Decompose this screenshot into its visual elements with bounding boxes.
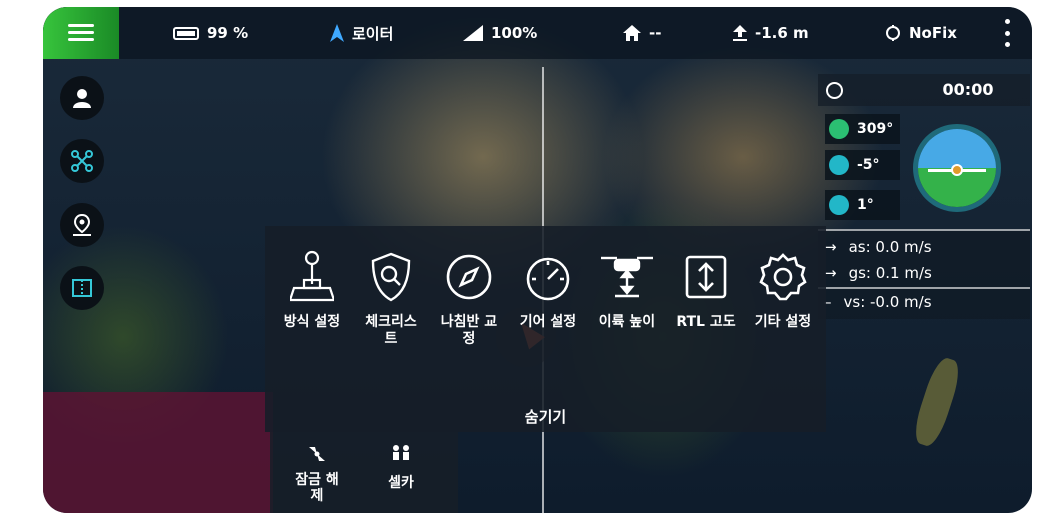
people-icon	[393, 445, 409, 460]
selfie-button[interactable]: 셀카	[366, 444, 436, 492]
unlock-label: 잠금 해 제	[295, 472, 339, 504]
clock-icon	[826, 82, 843, 99]
menu-item-other-settings[interactable]: 기타 설정	[744, 248, 822, 331]
vertical-arrows-icon	[667, 248, 745, 306]
pitch-value: -5°	[857, 157, 880, 173]
pitch-icon	[829, 155, 849, 175]
yaw-indicator: 309°	[825, 114, 900, 144]
menu-item-label: 기타 설정	[754, 314, 812, 330]
timer-value: 00:00	[942, 80, 994, 99]
hide-menu-button[interactable]: 숨기기	[265, 406, 826, 427]
menu-item-label: RTL 고도	[676, 314, 736, 330]
gear-icon	[744, 248, 822, 306]
vertical-speed-value: vs: -0.0 m/s	[843, 293, 932, 311]
menu-item-label: 기어 설정	[519, 314, 577, 330]
menu-item-label: 방식 설정	[283, 314, 341, 330]
map-location-button[interactable]	[60, 203, 104, 247]
roll-icon	[829, 195, 849, 215]
drone-icon	[71, 150, 93, 172]
drone-button[interactable]	[60, 139, 104, 183]
airspeed-row: → as: 0.0 m/s	[824, 238, 932, 256]
roll-value: 1°	[857, 197, 874, 213]
menu-item-label: 나침반 교 정	[440, 314, 498, 347]
compass-icon	[430, 248, 508, 306]
joystick-icon	[273, 248, 351, 306]
altitude-status: -1.6 m	[733, 7, 809, 59]
gps-status: NoFix	[885, 7, 957, 59]
home-distance: --	[623, 7, 661, 59]
menu-item-rtl-altitude[interactable]: RTL 고도	[667, 248, 745, 331]
menu-item-compass-calibration[interactable]: 나침반 교 정	[430, 248, 508, 348]
signal-status: 100%	[463, 7, 537, 59]
split-screen-icon	[72, 279, 92, 297]
gps-value: NoFix	[909, 24, 957, 42]
menu-item-checklist[interactable]: 체크리스 트	[352, 248, 430, 348]
drone-height-icon	[588, 248, 666, 306]
gauge-icon	[509, 248, 587, 306]
map-view[interactable]: 99 % 로이터 100% -- -1.6 m NoFix 00:00 309°…	[43, 7, 1032, 513]
hamburger-icon	[68, 24, 94, 42]
status-bar: 99 % 로이터 100% -- -1.6 m NoFix	[43, 7, 1032, 59]
battery-status: 99 %	[173, 7, 248, 59]
bottom-actions: 잠금 해 제 셀카	[270, 432, 458, 513]
signal-strength-icon	[463, 25, 483, 41]
more-options-icon[interactable]	[1005, 19, 1011, 47]
home-icon	[623, 25, 641, 41]
pitch-indicator: -5°	[825, 150, 900, 180]
user-icon	[73, 89, 91, 108]
shield-search-icon	[352, 248, 430, 306]
vertical-speed-row: – vs: -0.0 m/s	[824, 293, 932, 311]
flight-mode-value: 로이터	[352, 24, 394, 43]
menu-item-mode-settings[interactable]: 방식 설정	[273, 248, 351, 331]
groundspeed-row: → gs: 0.1 m/s	[824, 264, 932, 282]
map-overlay-region	[43, 392, 273, 513]
signal-value: 100%	[491, 24, 538, 42]
menu-item-takeoff-height[interactable]: 이륙 높이	[588, 248, 666, 331]
flight-timer: 00:00	[818, 74, 1030, 106]
airspeed-value: as: 0.0 m/s	[848, 238, 932, 256]
navigation-arrow-icon	[330, 24, 344, 42]
artificial-horizon	[913, 124, 1001, 212]
split-view-button[interactable]	[60, 266, 104, 310]
menu-item-gear-settings[interactable]: 기어 설정	[509, 248, 587, 331]
main-menu-button[interactable]	[43, 7, 119, 59]
speed-panel: → as: 0.0 m/s → gs: 0.1 m/s – vs: -0.0 m…	[818, 229, 1030, 319]
menu-item-label: 이륙 높이	[598, 314, 656, 330]
flight-mode[interactable]: 로이터	[330, 7, 393, 59]
map-landmass	[909, 354, 965, 450]
yaw-value: 309°	[857, 121, 894, 137]
battery-icon	[173, 26, 199, 40]
unlock-button[interactable]: 잠금 해 제	[282, 444, 352, 504]
altitude-value: -1.6 m	[755, 24, 809, 42]
settings-menu: 방식 설정 체크리스 트 나침반 교 정 기어 설정 이륙 높이 RTL 고도 …	[265, 226, 826, 432]
battery-value: 99 %	[207, 24, 249, 42]
groundspeed-value: gs: 0.1 m/s	[848, 264, 932, 282]
yaw-icon	[829, 119, 849, 139]
menu-item-label: 체크리스 트	[365, 314, 417, 347]
gps-target-icon	[886, 25, 900, 41]
profile-button[interactable]	[60, 76, 104, 120]
map-pin-icon	[73, 213, 91, 236]
selfie-label: 셀카	[388, 475, 414, 491]
upload-arrow-icon	[733, 25, 747, 41]
propeller-icon	[309, 447, 325, 461]
roll-indicator: 1°	[825, 190, 900, 220]
home-distance-value: --	[649, 24, 662, 42]
